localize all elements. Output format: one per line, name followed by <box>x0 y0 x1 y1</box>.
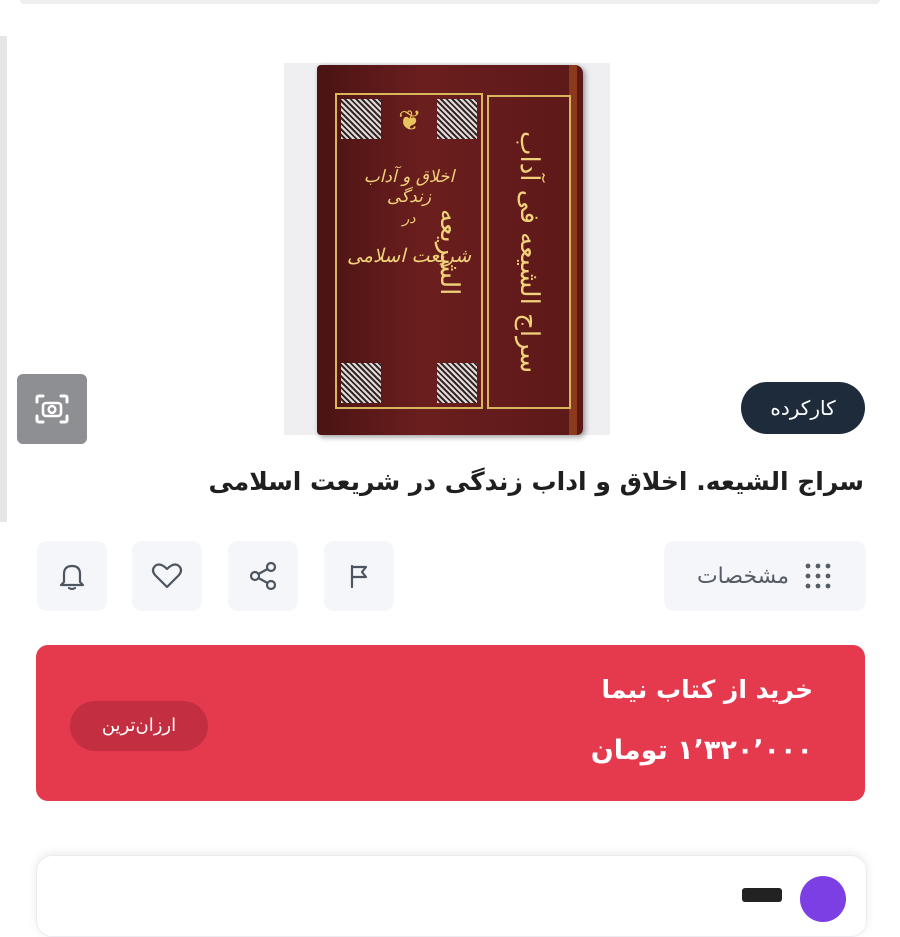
ornament-icon <box>437 363 477 403</box>
grid-dots-icon <box>805 563 831 589</box>
ornament-icon <box>341 363 381 403</box>
favorite-button[interactable] <box>132 541 202 611</box>
heart-icon <box>151 563 183 589</box>
cover-side-title: سراج الشیعه فی آداب الشریعه <box>434 130 544 374</box>
share-icon <box>249 561 277 591</box>
cover-line: در <box>402 211 416 227</box>
seller-avatar <box>800 876 846 922</box>
cover-main-panel: ❦ اخلاق و آداب زندگی در شریعت اسلامی <box>335 93 483 409</box>
report-button[interactable] <box>324 541 394 611</box>
flag-icon <box>350 564 368 589</box>
book-cover: سراج الشیعه فی آداب الشریعه ❦ اخلاق و آد… <box>317 65 583 435</box>
next-card[interactable] <box>36 855 867 937</box>
seller-name: خرید از کتاب نیما <box>601 675 813 704</box>
top-bar-remnant <box>0 0 900 26</box>
share-button[interactable] <box>228 541 298 611</box>
image-search-button[interactable] <box>17 374 87 444</box>
cover-line: شریعت اسلامی <box>346 245 472 267</box>
camera-search-icon <box>35 394 69 424</box>
cover-line: اخلاق و آداب زندگی <box>363 167 455 207</box>
price: ۱٬۳۲۰٬۰۰۰ تومان <box>590 735 813 766</box>
specs-button[interactable]: مشخصات <box>664 541 866 611</box>
scroll-edge <box>0 36 7 522</box>
cover-side-panel: سراج الشیعه فی آداب الشریعه <box>434 95 571 409</box>
condition-badge: کارکرده <box>741 382 865 434</box>
specs-label: مشخصات <box>696 563 790 589</box>
product-image[interactable]: سراج الشیعه فی آداب الشریعه ❦ اخلاق و آد… <box>284 63 610 435</box>
crest-icon: ❦ <box>398 104 422 137</box>
product-title: سراج الشیعه. اخلاق و اداب زندگی در شریعت… <box>208 467 864 496</box>
buy-card[interactable]: خرید از کتاب نیما ۱٬۳۲۰٬۰۰۰ تومان ارزان‌… <box>36 645 865 801</box>
ornament-icon <box>437 99 477 139</box>
ornament-icon <box>341 99 381 139</box>
notify-button[interactable] <box>37 541 107 611</box>
cheapest-badge: ارزان‌ترین <box>70 701 208 751</box>
bell-icon <box>59 564 85 591</box>
